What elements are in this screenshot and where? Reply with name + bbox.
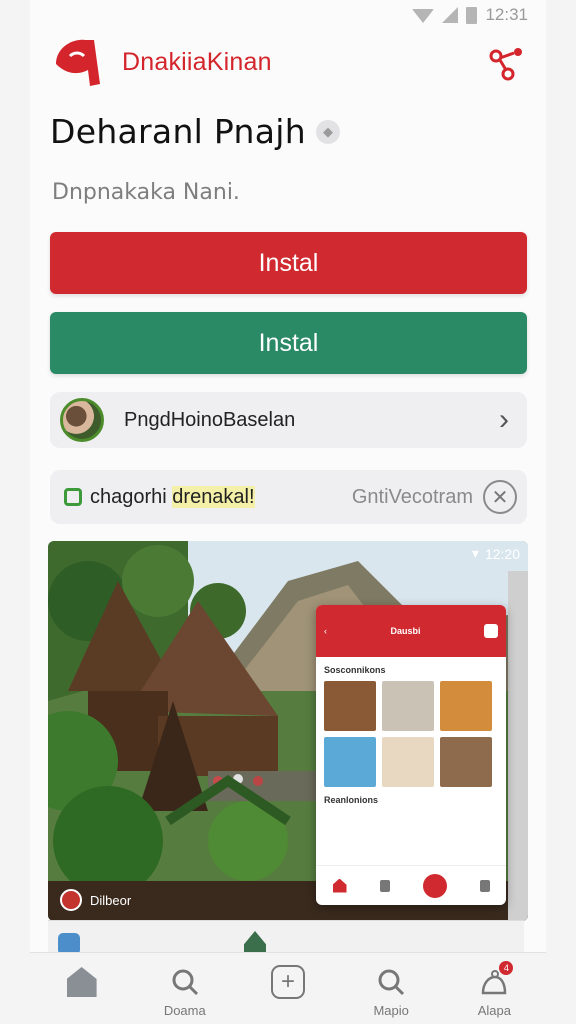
phone-app-title: Dausbi <box>390 626 421 636</box>
install-secondary-button[interactable]: Instal <box>50 312 527 374</box>
nav-home[interactable] <box>42 965 122 1003</box>
notification-icon: 4 <box>477 961 514 999</box>
phone-back-icon: ‹ <box>324 626 327 636</box>
app-title: Deharanl Pnajh <box>50 112 306 151</box>
nav-add[interactable]: + <box>248 965 328 1003</box>
plus-square-icon: + <box>270 965 305 999</box>
share-icon <box>489 48 522 81</box>
info-right-text: GntiVecotram <box>351 485 473 508</box>
install-button[interactable]: Instal <box>50 232 527 294</box>
hero-status-time: 12:20 <box>484 545 520 562</box>
info-row: chagorhi drenakal! GntiVecotram ✕ <box>50 470 527 524</box>
status-time: 12:31 <box>485 5 528 24</box>
shield-icon: ◆ <box>315 119 340 144</box>
hero-caption: Dilbeor <box>60 889 131 911</box>
hero-caption-text: Dilbeor <box>90 892 132 908</box>
phone-thumb-grid <box>316 681 506 787</box>
developer-name: PngdHoinoBaselan <box>124 408 296 431</box>
caption-badge-icon <box>60 889 82 911</box>
phone-mockup: ‹ Dausbi Sosconnikons Reanlonions <box>316 605 506 905</box>
phone-app-bar: ‹ Dausbi <box>316 605 506 657</box>
hero-wifi-icon: ▾ <box>471 545 479 561</box>
battery-icon <box>466 6 478 24</box>
phone-fab-icon <box>422 873 447 898</box>
phone-thumb <box>440 737 492 787</box>
phone-section-title: Sosconnikons <box>324 665 386 675</box>
share-button[interactable] <box>488 46 528 82</box>
phone-thumb <box>324 681 376 731</box>
close-icon[interactable]: ✕ <box>483 480 517 514</box>
notification-badge: 4 <box>499 961 514 975</box>
app-subtitle: Dnpnakaka Nani. <box>52 180 240 205</box>
bottom-nav: Doama + Mapio 4 Alapa <box>30 952 546 1024</box>
nav-alerts[interactable]: 4 Alapa <box>454 961 534 1018</box>
phone-nav-icon <box>479 879 490 892</box>
signal-icon <box>442 7 459 23</box>
home-icon <box>65 965 99 999</box>
nav-label: Mapio <box>373 1003 409 1018</box>
phone-nav-icon <box>379 879 390 892</box>
phone-home-icon <box>332 878 347 893</box>
phone-section-title: Reanlonions <box>324 795 379 805</box>
developer-avatar <box>60 398 104 442</box>
developer-row[interactable]: PngdHoinoBaselan › <box>50 392 527 448</box>
brand-logo-icon <box>56 39 100 86</box>
phone-thumb <box>440 681 492 731</box>
app-header: DnakiiaKinan <box>50 32 528 92</box>
search-icon <box>168 965 202 999</box>
app-store-screen: 12:31 DnakiiaKinan Deharanl Pnajh ◆ Dnpn… <box>0 0 576 1024</box>
phone-thumb <box>382 681 434 731</box>
nav-search[interactable]: Doama <box>145 965 225 1018</box>
nav-maps[interactable]: Mapio <box>351 965 431 1018</box>
phone-thumb <box>324 737 376 787</box>
brand-name: DnakiiaKinan <box>122 47 272 76</box>
brand-logo[interactable] <box>50 34 106 90</box>
screenshot-preview[interactable]: ▾ 12:20 ‹ Dausbi Sosconnikons Reanlonion… <box>48 541 528 921</box>
nav-label: Doama <box>163 1003 206 1018</box>
search-icon <box>374 965 408 999</box>
nav-label: Alapa <box>477 1003 511 1018</box>
wifi-icon <box>412 9 435 23</box>
phone-menu-icon <box>484 624 498 638</box>
app-title-row: Deharanl Pnajh ◆ <box>50 112 340 151</box>
chevron-right-icon: › <box>499 403 509 436</box>
phone-thumb <box>382 737 434 787</box>
next-preview-strip <box>48 920 524 956</box>
tree-icon <box>244 931 266 953</box>
tag-icon <box>64 488 82 506</box>
status-bar: 12:31 <box>0 0 576 30</box>
phone-bottom-nav <box>316 865 506 905</box>
hero-status-bar: ▾ 12:20 <box>472 545 520 562</box>
info-label: chagorhi drenakal! <box>90 485 255 508</box>
